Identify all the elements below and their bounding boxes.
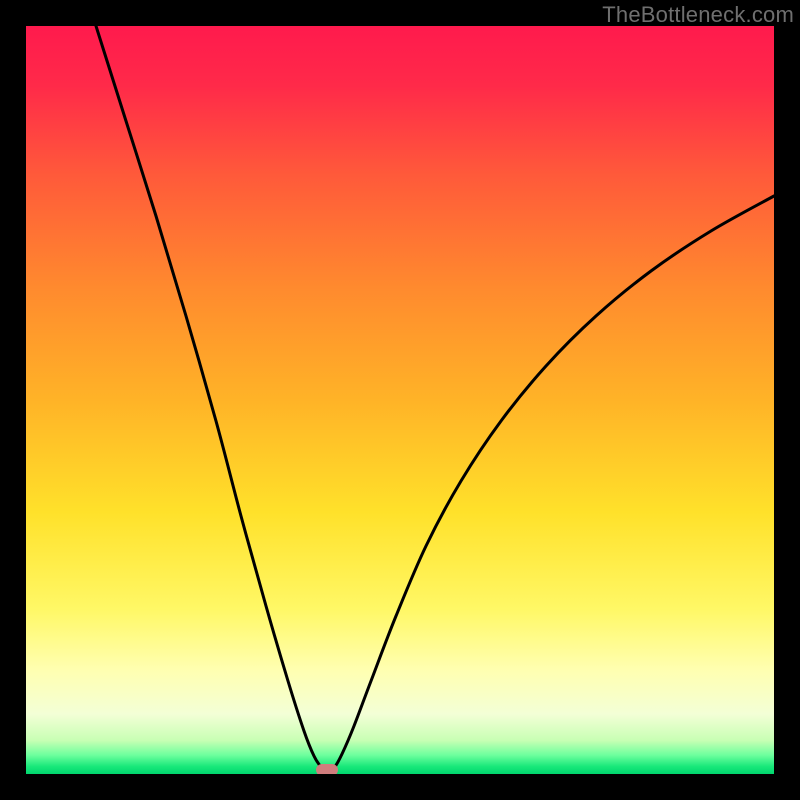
plot-area xyxy=(26,26,774,774)
optimal-point-marker xyxy=(316,764,338,774)
chart-frame: TheBottleneck.com xyxy=(0,0,800,800)
watermark-text: TheBottleneck.com xyxy=(602,2,794,28)
background-gradient xyxy=(26,26,774,774)
